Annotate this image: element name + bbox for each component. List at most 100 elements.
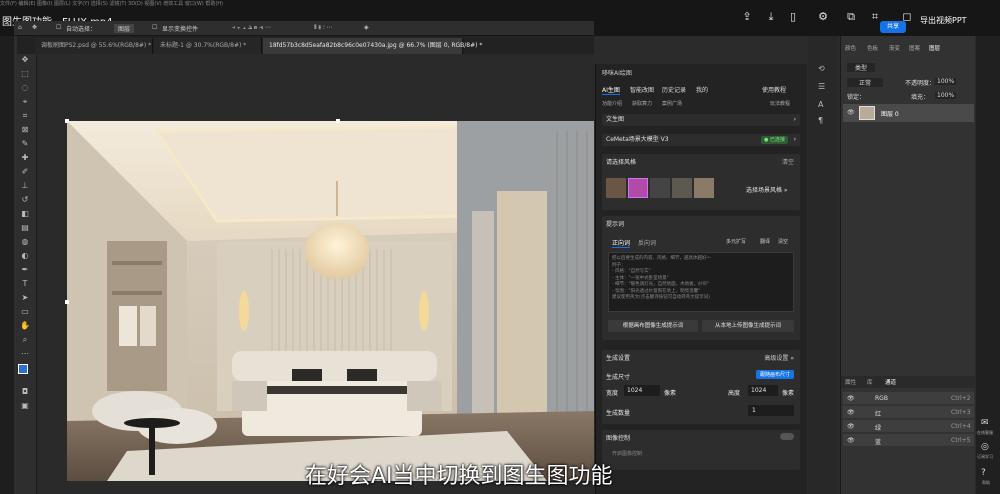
tab-layers[interactable]: 图层	[929, 44, 940, 52]
eyedropper-tool-icon[interactable]: ✎	[19, 138, 31, 150]
canvas-prompt-button[interactable]: 根据画布图像生成提示词	[608, 320, 698, 332]
layer-row[interactable]: 👁 图层 0	[843, 104, 974, 122]
gradient-tool-icon[interactable]: ▤	[19, 222, 31, 234]
screen-mode-icon[interactable]: ▣	[19, 400, 31, 412]
zoom-tool-icon[interactable]: ⌕	[19, 334, 31, 346]
guide-link[interactable]: 玩法教程	[770, 100, 790, 107]
style-clear-button[interactable]: 清空	[782, 157, 794, 166]
width-input[interactable]: 1024	[624, 385, 660, 396]
transform-checkbox[interactable]: ☐	[152, 24, 157, 31]
advanced-settings-link[interactable]: 高级设置 »	[764, 353, 794, 362]
tab-positive-prompt[interactable]: 正向词	[612, 238, 631, 248]
history-icon[interactable]: ⟲	[818, 64, 825, 73]
distribute-icons[interactable]: ⫴ ⫵ ⫶ ⋯	[314, 24, 333, 32]
eye-icon[interactable]: 👁	[847, 409, 855, 416]
more-tools-icon[interactable]: ⋯	[19, 348, 31, 360]
style-thumbnail[interactable]	[628, 178, 648, 198]
auto-select-checkbox[interactable]: ☐	[56, 24, 61, 31]
properties-icon[interactable]: ☰	[818, 82, 825, 91]
frame-tool-icon[interactable]: ⊠	[19, 124, 31, 136]
eye-icon[interactable]: 👁	[847, 395, 855, 402]
eraser-tool-icon[interactable]: ◧	[19, 208, 31, 220]
paragraph-icon[interactable]: ¶	[818, 116, 823, 125]
download-icon[interactable]: ⤓	[764, 10, 778, 24]
eye-icon[interactable]: 👁	[847, 437, 855, 444]
healing-tool-icon[interactable]: ✚	[19, 152, 31, 164]
tab-negative-prompt[interactable]: 反向词	[638, 238, 656, 247]
tab-properties[interactable]: 属性	[845, 378, 856, 386]
help-link[interactable]: 使用教程	[762, 85, 786, 94]
subscribe-icon[interactable]: ◎	[981, 442, 989, 452]
dodge-tool-icon[interactable]: ◐	[19, 250, 31, 262]
settings-icon[interactable]: ⚙	[816, 10, 830, 24]
opacity-input[interactable]: 100%	[935, 78, 957, 85]
layer-select[interactable]: 图层	[114, 24, 135, 33]
prompt-clear-button[interactable]: 清空	[778, 238, 788, 245]
model-select[interactable]: CeMeta场景大模型 V3 ● 已连接 ›	[602, 134, 800, 146]
tab-smart-edit[interactable]: 智能改图	[630, 85, 654, 94]
phone-icon[interactable]: ▯	[786, 10, 800, 24]
channel-row[interactable]: 👁 绿 Ctrl+4	[843, 420, 974, 432]
fill-input[interactable]: 100%	[935, 92, 957, 99]
transform-handle[interactable]	[65, 119, 69, 123]
canvas-image[interactable]	[67, 121, 594, 481]
tab-document-1[interactable]: 调板刷图PS2.psd @ 55.6%(RGB/8#) *	[35, 38, 153, 54]
tab-swatches[interactable]: 色板	[867, 44, 878, 52]
image-control-toggle[interactable]	[780, 433, 794, 440]
height-input[interactable]: 1024	[748, 385, 778, 396]
customer-service-icon[interactable]: ✉	[981, 418, 989, 428]
shape-tool-icon[interactable]: ▭	[19, 306, 31, 318]
share-icon[interactable]: ⇪	[740, 10, 754, 24]
channel-row[interactable]: 👁 红 Ctrl+3	[843, 406, 974, 418]
text-tool-icon[interactable]: T	[19, 278, 31, 290]
blend-mode-select[interactable]: 正常	[847, 78, 884, 87]
share-button[interactable]: 共享	[880, 21, 906, 33]
3d-mode-icon[interactable]: ◈	[364, 24, 369, 31]
channel-row[interactable]: 👁 蓝 Ctrl+5	[843, 434, 974, 446]
hand-tool-icon[interactable]: ✋	[19, 320, 31, 332]
tab-gradients[interactable]: 渐变	[889, 44, 900, 52]
tab-document-2[interactable]: 未标题-1 @ 30.7%(RGB/8#) *	[154, 38, 262, 54]
export-video-ppt-button[interactable]: 导出视频PPT	[920, 15, 967, 26]
align-icons[interactable]: ⫞ ⫟ ⫠ ⫡ ⫢ ⫣ ⋯	[232, 24, 271, 32]
local-prompt-button[interactable]: 从本地上传图像生成提示词	[702, 320, 794, 332]
style-thumbnail[interactable]	[606, 178, 626, 198]
style-thumbnail[interactable]	[672, 178, 692, 198]
mode-select[interactable]: 文生图 ›	[602, 114, 800, 126]
eye-icon[interactable]: 👁	[847, 109, 855, 116]
style-thumbnail[interactable]	[650, 178, 670, 198]
stamp-tool-icon[interactable]: ⊥	[19, 180, 31, 192]
transform-handle[interactable]	[336, 119, 340, 123]
transform-handle[interactable]	[65, 300, 69, 304]
lasso-tool-icon[interactable]: ◌	[19, 82, 31, 94]
tab-ai-gen[interactable]: AI生图	[602, 85, 620, 95]
help-icon[interactable]: ?	[981, 468, 986, 478]
quick-mask-icon[interactable]: ◘	[19, 386, 31, 398]
sub-nav-credits[interactable]: 获取算力	[632, 100, 652, 107]
count-select[interactable]: 1	[748, 405, 794, 416]
prompt-textarea[interactable]: 把以后要生成的内容、风格、细节，越具体越好～ 例子： - 风格："自然写实" -…	[608, 252, 794, 312]
style-thumbnail[interactable]	[694, 178, 714, 198]
foreground-color-swatch[interactable]	[18, 364, 28, 374]
tab-color[interactable]: 颜色	[845, 44, 856, 52]
tab-mine[interactable]: 我的	[696, 85, 708, 94]
layer-kind-filter[interactable]: 类型	[847, 63, 876, 72]
tab-document-3[interactable]: 18fd57b3c8d5eafa82b8c96c0e07430a.jpg @ 6…	[263, 38, 482, 54]
quick-select-tool-icon[interactable]: ⌖	[19, 96, 31, 108]
history-brush-icon[interactable]: ↺	[19, 194, 31, 206]
tab-patterns[interactable]: 图案	[909, 44, 920, 52]
move-tool-icon[interactable]: ✥	[19, 54, 31, 66]
crop-tool-icon[interactable]: ⌗	[19, 110, 31, 122]
screen-capture-icon[interactable]: ⧉	[844, 10, 858, 24]
follow-canvas-size-button[interactable]: 跟随画布尺寸	[755, 370, 794, 379]
tab-libraries[interactable]: 库	[867, 378, 873, 386]
brush-tool-icon[interactable]: ✐	[19, 166, 31, 178]
character-icon[interactable]: A	[818, 100, 823, 109]
select-style-button[interactable]: 选择场景风格 »	[746, 185, 788, 194]
eye-icon[interactable]: 👁	[847, 423, 855, 430]
menu-bar[interactable]: 文件(F) 编辑(E) 图像(I) 图层(L) 文字(Y) 选择(S) 滤镜(T…	[0, 0, 590, 8]
tab-channels[interactable]: 通道	[885, 378, 896, 386]
move-tool-icon[interactable]: ✥	[32, 24, 37, 31]
home-icon[interactable]: ⌂	[18, 24, 22, 31]
marquee-tool-icon[interactable]: ⬚	[19, 68, 31, 80]
